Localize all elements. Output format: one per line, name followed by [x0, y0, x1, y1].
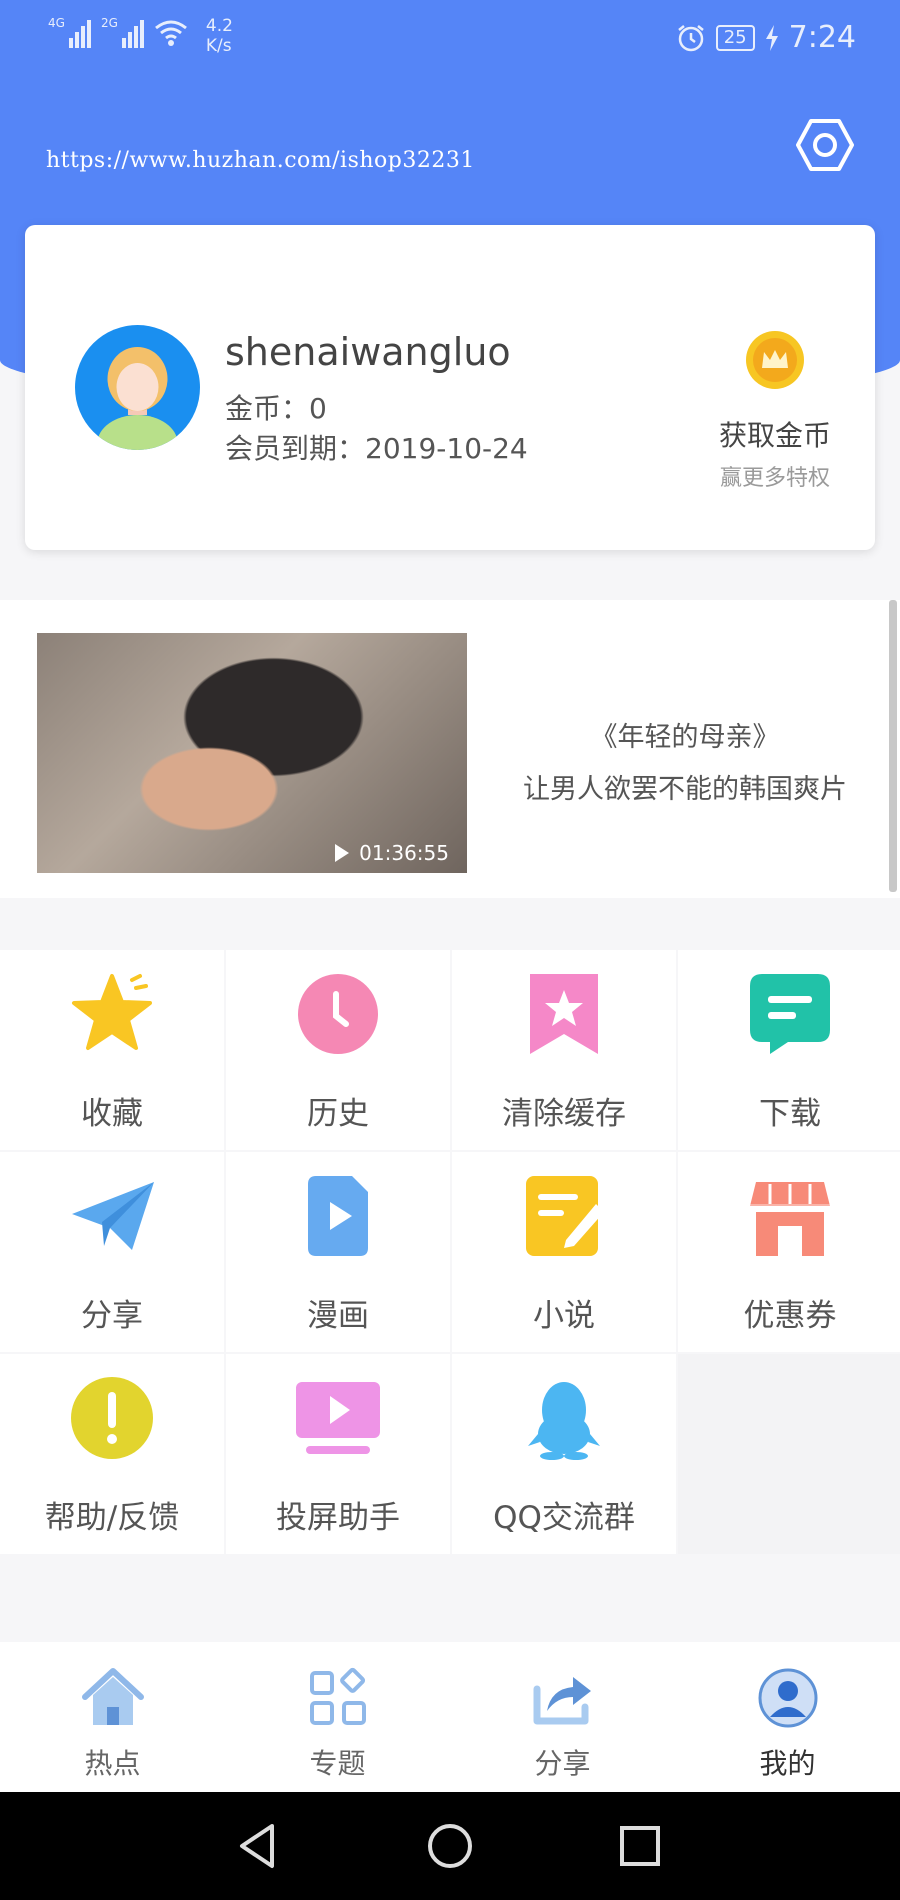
profile-card: shenaiwangluo 金币：0 会员到期：2019-10-24 获取金币 … [25, 225, 875, 550]
alarm-icon [677, 24, 704, 51]
tab-mine[interactable]: 我的 [675, 1642, 900, 1792]
tab-label: 热点 [84, 1747, 141, 1780]
shop-icon [750, 1182, 830, 1256]
home-circle-icon[interactable] [424, 1820, 476, 1872]
tab-share[interactable]: 分享 [450, 1642, 675, 1792]
tab-label: 专题 [309, 1747, 366, 1780]
crown-coin-icon [746, 331, 804, 389]
star-icon [72, 974, 152, 1050]
username: shenaiwangluo [225, 330, 511, 374]
tab-hot[interactable]: 热点 [0, 1642, 225, 1792]
status-bar: 4G 2G 4.2 K/s 25 7:24 [0, 0, 900, 80]
menu-label: QQ交流群 [493, 1500, 635, 1536]
menu-item-help-feedback[interactable]: 帮助/反馈 [0, 1354, 224, 1554]
feature-grid: 收藏 历史 清除缓存 下载 分享 漫画 小说 优惠券 帮助/反馈 投屏助手 QQ… [0, 950, 900, 1554]
tab-label: 分享 [534, 1747, 591, 1780]
banner-title: 《年轻的母亲》 [590, 722, 780, 753]
menu-label: 下载 [759, 1096, 821, 1132]
paper-plane-icon [72, 1182, 154, 1250]
signal-2g-icon: 2G [101, 16, 144, 48]
expiry-date: 2019-10-24 [365, 432, 528, 465]
user-icon [758, 1668, 817, 1728]
clock-icon [298, 974, 378, 1054]
menu-item-qq-group[interactable]: QQ交流群 [452, 1354, 676, 1554]
video-duration: 01:36:55 [335, 841, 449, 865]
banner-subtitle: 让男人欲罢不能的韩国爽片 [523, 774, 847, 805]
get-coins-title: 获取金币 [718, 419, 831, 452]
banner-text: 《年轻的母亲》 让男人欲罢不能的韩国爽片 [500, 712, 870, 816]
qq-penguin-icon [528, 1382, 600, 1460]
clock-time: 7:24 [788, 20, 856, 55]
menu-item-novels[interactable]: 小说 [452, 1152, 676, 1352]
network-speed: 4.2 K/s [206, 16, 233, 56]
settings-hexagon-icon[interactable] [796, 118, 854, 172]
wifi-icon [154, 20, 187, 46]
battery-indicator: 25 [715, 24, 755, 51]
signal2-label: 2G [100, 16, 118, 30]
menu-item-favorites[interactable]: 收藏 [0, 950, 224, 1150]
status-left: 4G 2G 4.2 K/s [48, 16, 233, 56]
speed-value: 4.2 [205, 16, 233, 36]
tab-label: 我的 [759, 1747, 816, 1780]
message-icon [750, 974, 830, 1054]
bookmark-star-icon [530, 974, 598, 1054]
back-icon[interactable] [232, 1820, 284, 1872]
coin-balance: 金币：0 [225, 387, 327, 427]
menu-item-coupons[interactable]: 优惠券 [678, 1152, 900, 1352]
avatar[interactable] [75, 325, 200, 450]
menu-item-screen-cast[interactable]: 投屏助手 [226, 1354, 450, 1554]
promo-banner[interactable]: 01:36:55 《年轻的母亲》 让男人欲罢不能的韩国爽片 [0, 600, 900, 898]
expiry-label: 会员到期： [225, 432, 366, 465]
coins-label: 金币： [225, 392, 310, 425]
menu-item-download[interactable]: 下载 [678, 950, 900, 1150]
recents-icon[interactable] [614, 1820, 666, 1872]
membership-expiry: 会员到期：2019-10-24 [225, 427, 528, 467]
menu-label: 帮助/反馈 [44, 1500, 180, 1536]
menu-label: 小说 [533, 1298, 595, 1334]
menu-label: 清除缓存 [502, 1096, 626, 1132]
signal1-label: 4G [48, 16, 65, 30]
grid-icon [309, 1667, 366, 1725]
get-coins-button[interactable]: 获取金币 赢更多特权 [685, 330, 865, 492]
banner-scrollbar[interactable] [889, 600, 897, 892]
duration-text: 01:36:55 [359, 841, 449, 865]
coins-value: 0 [309, 392, 327, 425]
file-play-icon [308, 1176, 368, 1256]
menu-label: 历史 [307, 1096, 369, 1132]
menu-label: 优惠券 [743, 1298, 837, 1334]
menu-label: 收藏 [81, 1096, 143, 1132]
get-coins-subtitle: 赢更多特权 [719, 466, 830, 491]
menu-empty-slot [678, 1354, 900, 1554]
home-icon [81, 1668, 144, 1725]
play-icon [335, 844, 350, 862]
video-thumbnail[interactable]: 01:36:55 [37, 633, 467, 873]
menu-item-comics[interactable]: 漫画 [226, 1152, 450, 1352]
menu-label: 分享 [81, 1298, 143, 1334]
menu-label: 投屏助手 [276, 1500, 400, 1536]
menu-item-share[interactable]: 分享 [0, 1152, 224, 1352]
url-watermark: https://www.huzhan.com/ishop32231 [46, 148, 475, 173]
tab-topics[interactable]: 专题 [225, 1642, 450, 1792]
speed-unit: K/s [205, 36, 232, 56]
note-edit-icon [526, 1176, 604, 1256]
menu-label: 漫画 [307, 1298, 369, 1334]
bottom-tab-bar: 热点 专题 分享 我的 [0, 1642, 900, 1792]
signal-4g-icon: 4G [48, 16, 91, 48]
exclamation-icon [71, 1377, 153, 1459]
charging-icon [765, 24, 778, 51]
status-right: 25 7:24 [676, 20, 856, 55]
menu-item-history[interactable]: 历史 [226, 950, 450, 1150]
menu-item-clear-cache[interactable]: 清除缓存 [452, 950, 676, 1150]
system-nav-bar [0, 1792, 900, 1900]
share-icon [533, 1677, 591, 1725]
screen-play-icon [296, 1382, 380, 1454]
